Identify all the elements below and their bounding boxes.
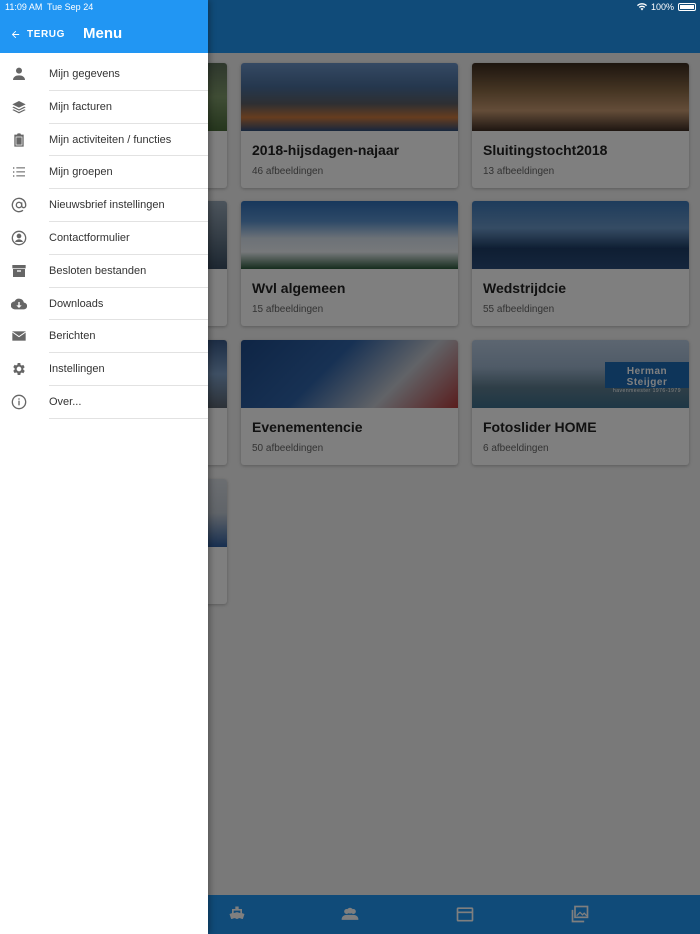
battery-percentage: 100% xyxy=(650,2,674,12)
menu-item-label: Mijn gegevens xyxy=(49,68,120,80)
account-circle-icon xyxy=(11,230,27,246)
back-button[interactable]: TERUG xyxy=(10,27,65,41)
list-icon xyxy=(11,164,27,180)
arrow-left-icon xyxy=(11,30,20,38)
battery-icon xyxy=(678,3,696,11)
archive-icon xyxy=(11,263,27,279)
wifi-icon xyxy=(636,3,647,11)
menu-item-label: Mijn facturen xyxy=(49,100,112,113)
menu-item-instellingen[interactable]: Instellingen xyxy=(0,353,208,386)
info-icon xyxy=(11,394,27,410)
status-bar: 11:09 AM Tue Sep 24 100% xyxy=(0,0,700,14)
menu-item-label: Besloten bestanden xyxy=(49,264,147,277)
navigation-drawer: TERUG Menu Mijn gegevens Mijn facturen M… xyxy=(0,0,208,934)
clipboard-icon xyxy=(11,132,27,148)
menu-item-nieuwsbrief[interactable]: Nieuwsbrief instellingen xyxy=(0,189,208,222)
cloud-download-icon xyxy=(10,296,28,312)
menu-item-mijn-activiteiten[interactable]: Mijn activiteiten / functies xyxy=(0,124,208,157)
menu-item-label: Mijn groepen xyxy=(49,166,113,179)
drawer-title: Menu xyxy=(83,25,123,42)
status-date: Tue Sep 24 xyxy=(47,2,94,12)
drawer-menu: Mijn gegevens Mijn facturen Mijn activit… xyxy=(0,58,208,419)
menu-item-label: Instellingen xyxy=(49,363,105,376)
at-sign-icon xyxy=(11,197,27,213)
status-time: 11:09 AM xyxy=(5,2,43,12)
status-indicators: 100% xyxy=(636,2,696,12)
person-icon xyxy=(11,66,27,82)
menu-item-label: Downloads xyxy=(49,297,104,310)
menu-item-berichten[interactable]: Berichten xyxy=(0,320,208,354)
menu-item-mijn-groepen[interactable]: Mijn groepen xyxy=(0,156,208,190)
menu-item-label: Contactformulier xyxy=(49,231,130,244)
divider xyxy=(49,417,208,419)
back-label: TERUG xyxy=(27,28,65,40)
layers-icon xyxy=(11,99,27,115)
menu-item-besloten-bestanden[interactable]: Besloten bestanden xyxy=(0,255,208,288)
menu-item-contactformulier[interactable]: Contactformulier xyxy=(0,222,208,255)
menu-item-label: Nieuwsbrief instellingen xyxy=(49,199,165,212)
menu-item-over[interactable]: Over... xyxy=(0,386,208,419)
menu-item-label: Over... xyxy=(49,395,82,408)
menu-item-label: Mijn activiteiten / functies xyxy=(49,133,172,146)
menu-item-mijn-gegevens[interactable]: Mijn gegevens xyxy=(0,58,208,91)
menu-item-mijn-facturen[interactable]: Mijn facturen xyxy=(0,91,208,124)
mail-icon xyxy=(11,328,27,344)
menu-item-label: Berichten xyxy=(49,330,96,343)
menu-item-downloads[interactable]: Downloads xyxy=(0,288,208,321)
gear-icon xyxy=(11,361,27,377)
